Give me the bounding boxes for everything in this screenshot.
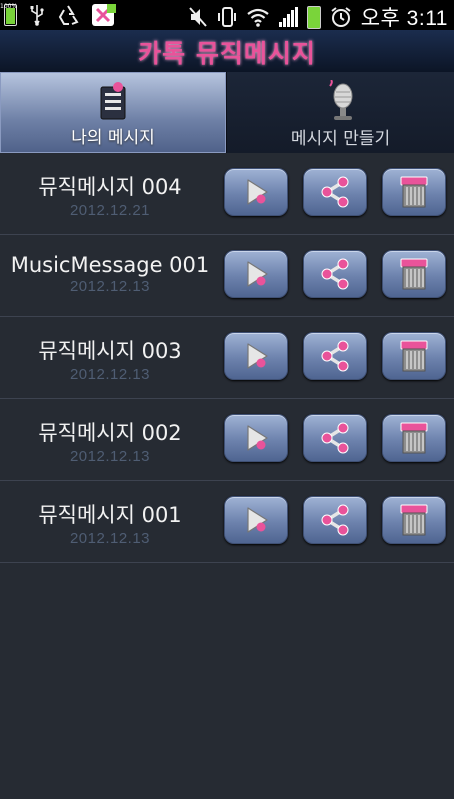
recycle-icon: [58, 5, 79, 25]
delete-button[interactable]: [382, 496, 446, 544]
mute-icon: [188, 7, 207, 27]
message-title: 뮤직메시지 004: [38, 175, 182, 199]
list-item: 뮤직메시지 003 2012.12.13: [0, 317, 454, 399]
share-icon: [321, 422, 349, 454]
share-button[interactable]: [303, 496, 367, 544]
play-button[interactable]: [224, 496, 288, 544]
message-date: 2012.12.13: [69, 530, 151, 547]
message-info: 뮤직메시지 004 2012.12.21: [0, 153, 220, 219]
list-item: 뮤직메시지 004 2012.12.21: [0, 153, 454, 235]
alarm-icon: [331, 7, 351, 27]
signal-strength-icon: [278, 7, 298, 27]
play-button[interactable]: [224, 250, 288, 298]
play-button[interactable]: [224, 168, 288, 216]
app-title: 카톡 뮤직메시지: [138, 39, 316, 68]
delete-button[interactable]: [382, 332, 446, 380]
share-button[interactable]: [303, 414, 367, 462]
app-title-bar: 카톡 뮤직메시지: [0, 30, 454, 73]
play-icon: [247, 507, 268, 533]
list-item: MusicMessage 001 2012.12.13: [0, 235, 454, 317]
list-item: 뮤직메시지 001 2012.12.13: [0, 481, 454, 563]
usb-icon: [30, 5, 44, 26]
list-item: 뮤직메시지 002 2012.12.13: [0, 399, 454, 481]
message-info: 뮤직메시지 001 2012.12.13: [0, 481, 220, 547]
play-icon: [247, 179, 268, 205]
tab-create-message[interactable]: 메시지 만들기: [226, 72, 454, 153]
tab-bar: 나의 메시지 메시지 만들기: [0, 72, 454, 153]
message-title: MusicMessage 001: [10, 253, 210, 277]
message-date: 2012.12.13: [69, 448, 151, 465]
status-bar: 100% 오후 3:11: [0, 0, 454, 30]
play-icon: [247, 343, 268, 369]
tab-label-create-message: 메시지 만들기: [290, 129, 391, 149]
clock-time: 오후 3:11: [360, 7, 448, 30]
vibrate-icon: [217, 7, 236, 27]
message-date: 2012.12.13: [69, 366, 151, 383]
battery-percent-label: 100%: [0, 3, 18, 10]
battery-level-icon: 100%: [0, 3, 17, 26]
wifi-icon: [247, 8, 269, 27]
message-info: MusicMessage 001 2012.12.13: [0, 235, 220, 295]
message-info: 뮤직메시지 002 2012.12.13: [0, 399, 220, 465]
message-date: 2012.12.13: [69, 278, 151, 295]
message-info: 뮤직메시지 003 2012.12.13: [0, 317, 220, 383]
tab-my-messages[interactable]: 나의 메시지: [0, 72, 226, 153]
app-notification-icon: [92, 4, 116, 26]
trash-icon: [400, 504, 428, 536]
share-button[interactable]: [303, 332, 367, 380]
message-date: 2012.12.21: [69, 202, 151, 219]
share-icon: [321, 176, 349, 208]
battery-icon: [306, 5, 321, 29]
play-icon: [247, 425, 268, 451]
share-icon: [321, 258, 349, 290]
delete-button[interactable]: [382, 250, 446, 298]
play-icon: [247, 261, 268, 287]
share-button[interactable]: [303, 168, 367, 216]
share-icon: [321, 340, 349, 372]
play-button[interactable]: [224, 414, 288, 462]
message-title: 뮤직메시지 001: [38, 503, 182, 527]
share-button[interactable]: [303, 250, 367, 298]
message-title: 뮤직메시지 003: [38, 339, 182, 363]
microphone-icon: [328, 80, 352, 120]
delete-button[interactable]: [382, 414, 446, 462]
trash-icon: [400, 422, 428, 454]
notepad-icon: [100, 82, 126, 120]
delete-button[interactable]: [382, 168, 446, 216]
share-icon: [321, 504, 349, 536]
tab-label-my-messages: 나의 메시지: [71, 128, 155, 148]
play-button[interactable]: [224, 332, 288, 380]
message-list: 뮤직메시지 004 2012.12.21 MusicMessage 001 20…: [0, 153, 454, 563]
trash-icon: [400, 176, 428, 208]
trash-icon: [400, 340, 428, 372]
message-title: 뮤직메시지 002: [38, 421, 182, 445]
trash-icon: [400, 258, 428, 290]
